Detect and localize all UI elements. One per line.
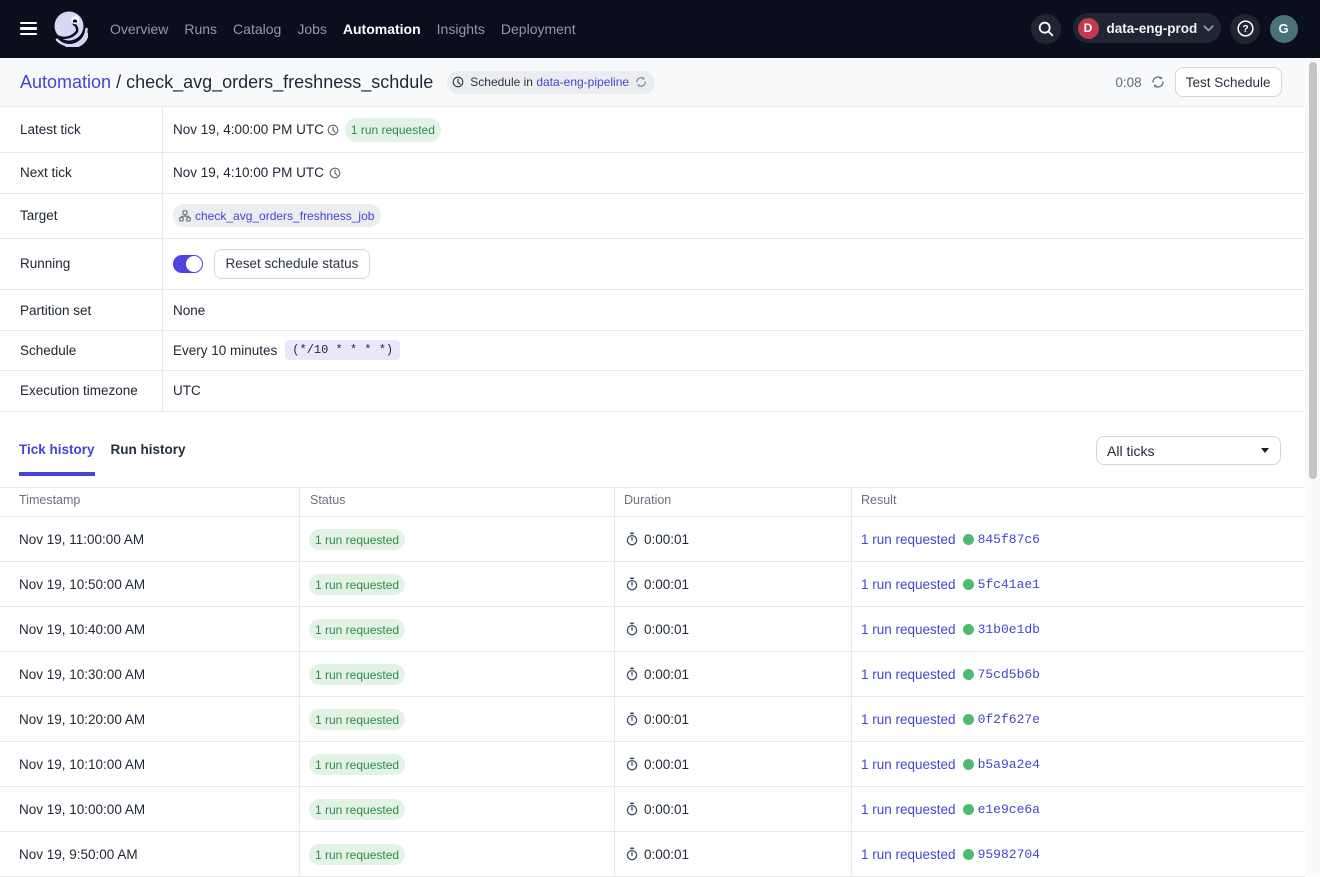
svg-text:?: ? <box>1242 24 1248 35</box>
